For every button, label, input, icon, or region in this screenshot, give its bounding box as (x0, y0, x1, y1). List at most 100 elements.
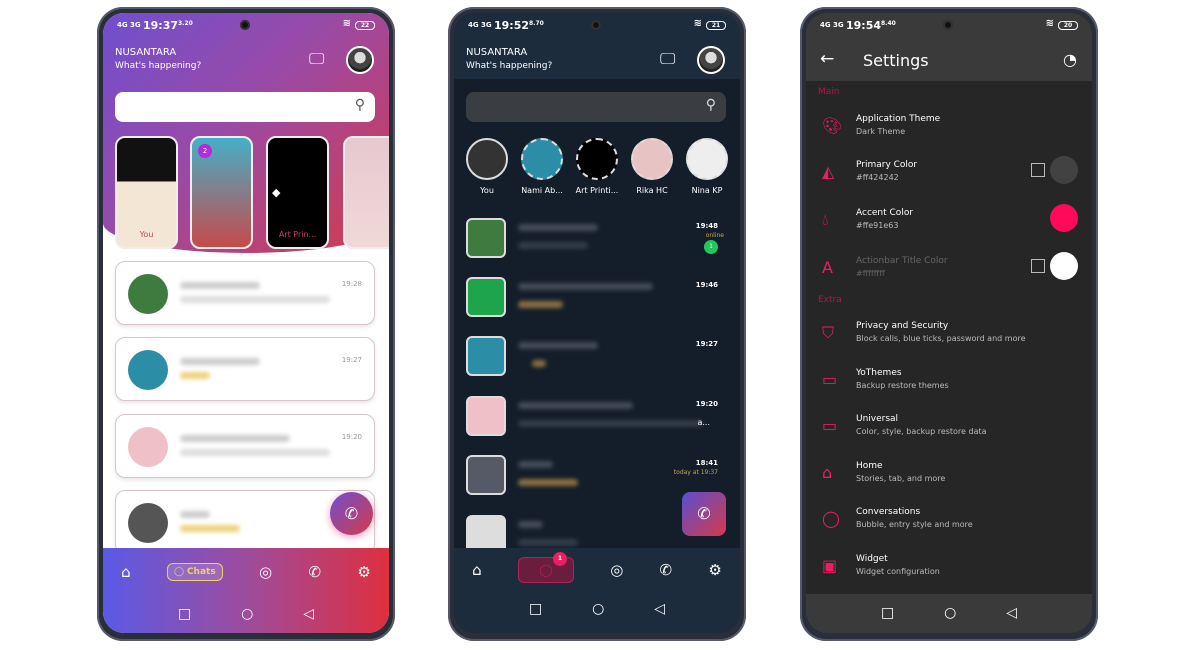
bottom-nav: ⌂ ◯ Chats ◎ ✆ ⚙ (103, 557, 389, 587)
setting-subtitle: Widget configuration (856, 567, 940, 576)
story-circle[interactable] (631, 138, 673, 180)
net-speed: 8.70 (529, 20, 544, 27)
wifi-icon: ≋ (1045, 18, 1054, 29)
search-icon[interactable]: ⚲ (706, 97, 716, 113)
setting-home[interactable]: ⌂ Home Stories, tab, and more (806, 457, 1092, 497)
setting-actionbar-title-color[interactable]: A Actionbar Title Color #ffffffff (806, 252, 1092, 292)
checkbox[interactable] (1031, 163, 1045, 177)
setting-yothemes[interactable]: ▭ YoThemes Backup restore themes (806, 364, 1092, 404)
setting-universal[interactable]: ▭ Universal Color, style, backup restore d… (806, 410, 1092, 450)
phone-light-theme: 4G 3G 19:37 3.20 ≋ 22 NUSANTARA What's h… (97, 7, 395, 641)
recents-button[interactable]: □ (529, 601, 542, 617)
story-label: You (480, 186, 494, 195)
section-header-extra: Extra (818, 295, 842, 305)
story-label: Rika HC (636, 186, 668, 195)
setting-title: Home (856, 461, 883, 471)
recents-button[interactable]: □ (881, 605, 894, 621)
home-icon[interactable]: ⌂ (121, 563, 131, 581)
setting-subtitle: #ffffffff (856, 269, 885, 278)
new-chat-fab[interactable]: ✆ (330, 492, 373, 535)
profile-avatar[interactable] (697, 46, 725, 74)
chat-time: 19:20 (695, 400, 718, 408)
wifi-icon: ≋ (342, 18, 351, 29)
story-card[interactable]: You (115, 136, 178, 249)
home-button[interactable]: ○ (592, 601, 604, 617)
chat-bubble-icon: ◯ (822, 509, 840, 528)
story-circle[interactable] (521, 138, 563, 180)
status-time: 19:37 (143, 19, 179, 32)
home-icon[interactable]: ⌂ (472, 561, 482, 579)
chat-card[interactable]: 19:20 (115, 414, 375, 478)
setting-conversations[interactable]: ◯ Conversations Bubble, entry style and mo… (806, 503, 1092, 543)
drop-icon: 💧︎ (822, 210, 829, 229)
camera-hole (943, 20, 953, 30)
chat-time: 18:41 (695, 459, 718, 467)
story-card[interactable] (343, 136, 389, 249)
color-swatch[interactable] (1050, 252, 1078, 280)
story-circle[interactable] (466, 138, 508, 180)
color-swatch[interactable] (1050, 156, 1078, 184)
search-bar[interactable]: ⚲ (115, 92, 375, 122)
setting-title: Accent Color (856, 208, 914, 218)
chats-badge: 1 (552, 552, 567, 566)
color-swatch[interactable] (1050, 204, 1078, 232)
setting-title: YoThemes (856, 368, 902, 378)
last-seen: today at 19:37 (673, 469, 718, 476)
calls-icon[interactable]: ✆ (308, 563, 321, 581)
new-chat-fab[interactable]: ✆ (682, 492, 726, 536)
search-icon[interactable]: ⚲ (355, 97, 365, 113)
battery-icon: 20 (1058, 21, 1078, 30)
chat-card[interactable]: 19:28 (115, 261, 375, 325)
net-speed: 8.40 (881, 20, 896, 27)
battery-icon: 22 (355, 21, 375, 30)
settings-icon[interactable]: ⚙ (357, 563, 370, 581)
web-desktop-icon[interactable]: 🖵 (660, 49, 675, 69)
recents-button[interactable]: □ (178, 606, 191, 622)
setting-privacy[interactable]: ⛉ Privacy and Security Block calls, blue t… (806, 317, 1092, 357)
back-button[interactable]: ◁ (1006, 605, 1017, 621)
chat-card[interactable]: 19:27 (115, 337, 375, 401)
home-button[interactable]: ○ (241, 606, 253, 622)
chat-row[interactable]: 19:48 online 1 (466, 218, 728, 260)
setting-widget[interactable]: ▣ Widget Widget configuration (806, 550, 1092, 590)
status-icon[interactable]: ◎ (610, 561, 623, 579)
system-nav: □ ○ ◁ (454, 594, 740, 624)
settings-icon[interactable]: ⚙ (708, 561, 721, 579)
web-desktop-icon[interactable]: 🖵 (309, 49, 324, 69)
home-button[interactable]: ○ (944, 605, 956, 621)
setting-subtitle: #ff424242 (856, 173, 899, 182)
setting-primary-color[interactable]: ◭ Primary Color #ff424242 (806, 156, 1092, 196)
nav-tab-chats[interactable]: ◯ Chats (167, 563, 223, 581)
back-button[interactable]: ◁ (303, 606, 314, 622)
status-icon[interactable]: ◎ (259, 563, 272, 581)
checkbox[interactable] (1031, 259, 1045, 273)
setting-accent-color[interactable]: 💧︎ Accent Color #ffe91e63 (806, 204, 1092, 244)
story-label: Art Printi... (575, 186, 619, 195)
signal-icon: 4G 3G (117, 21, 141, 29)
back-button[interactable]: ◁ (654, 601, 665, 617)
chat-row[interactable]: 18:41 today at 19:37 (466, 455, 728, 497)
chat-row[interactable]: 19:46 (466, 277, 728, 319)
profile-avatar[interactable] (346, 46, 374, 74)
wifi-icon: ≋ (693, 18, 702, 29)
nav-tab-chats[interactable]: ◯ 1 (517, 552, 574, 583)
back-arrow-icon[interactable]: ← (820, 49, 834, 69)
system-nav: □ ○ ◁ (806, 598, 1092, 628)
chat-row[interactable]: 19:27 (466, 336, 728, 378)
setting-title: Conversations (856, 507, 921, 517)
theme-timer-icon[interactable]: ◔ (1063, 50, 1077, 69)
chat-row[interactable]: 19:20 a... (466, 396, 728, 438)
app-title: NUSANTARA (115, 47, 177, 58)
story-circle[interactable] (576, 138, 618, 180)
setting-title: Widget (856, 554, 888, 564)
story-circle[interactable] (686, 138, 728, 180)
setting-application-theme[interactable]: 🎨︎ Application Theme Dark Theme (806, 110, 1092, 150)
chat-time: 19:27 (695, 340, 718, 348)
phone-settings: 4G 3G 19:54 8.40 ≋ 20 ← Settings ◔ Main … (800, 7, 1098, 641)
story-label: Art Prin... (278, 230, 317, 239)
story-card[interactable]: ◆ Art Prin... (266, 136, 329, 249)
search-bar[interactable]: ⚲ (466, 92, 726, 122)
story-card[interactable]: 2 (190, 136, 253, 249)
calls-icon[interactable]: ✆ (660, 561, 673, 579)
status-time: 19:52 (494, 19, 530, 32)
